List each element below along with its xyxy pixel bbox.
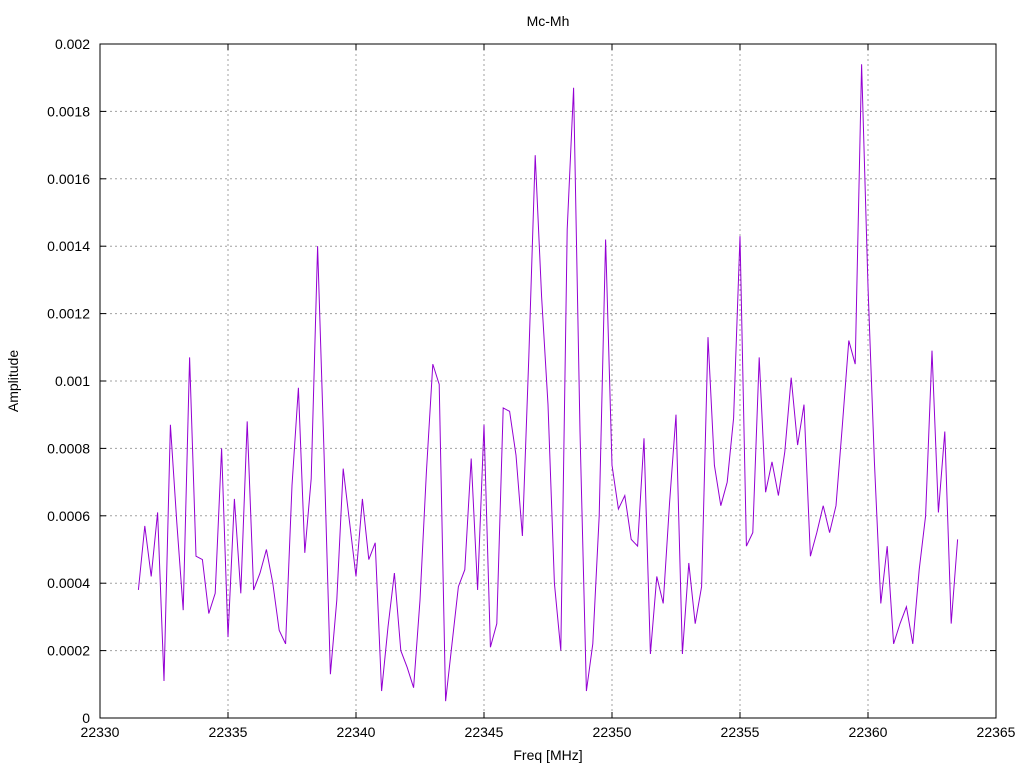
y-tick-label: 0.001: [55, 373, 90, 389]
y-tick-label: 0.0006: [47, 508, 90, 524]
grid: [100, 44, 996, 718]
x-axis-label: Freq [MHz]: [513, 747, 582, 763]
x-tick-labels: 22330 22335 22340 22345 22350 22355 22360 22365: [81, 724, 1016, 740]
y-axis-label: Amplitude: [5, 350, 21, 412]
y-tick-label: 0.0014: [47, 238, 90, 254]
chart-title: Mc-Mh: [527, 13, 570, 29]
y-tick-label: 0.0004: [47, 575, 90, 591]
y-tick-label: 0.002: [55, 36, 90, 52]
x-tick-label: 22345: [465, 724, 504, 740]
x-tick-label: 22340: [337, 724, 376, 740]
y-tick-label: 0: [82, 710, 90, 726]
x-tick-label: 22350: [593, 724, 632, 740]
y-tick-label: 0.0008: [47, 440, 90, 456]
x-tick-label: 22335: [209, 724, 248, 740]
x-tick-label: 22330: [81, 724, 120, 740]
chart: 22330 22335 22340 22345 22350 22355 22360 22365…: [5, 13, 1016, 763]
series-line: [137, 64, 959, 702]
x-tick-label: 22365: [977, 724, 1016, 740]
y-tick-label: 0.0018: [47, 103, 90, 119]
x-tick-label: 22355: [721, 724, 760, 740]
y-tick-labels: 0 0.0002 0.0004 0.0006 0.0008 0.001 0.0012 0.00…: [47, 36, 90, 726]
x-tick-label: 22360: [849, 724, 888, 740]
y-tick-label: 0.0016: [47, 171, 90, 187]
y-tick-label: 0.0012: [47, 306, 90, 322]
y-tick-label: 0.0002: [47, 643, 90, 659]
